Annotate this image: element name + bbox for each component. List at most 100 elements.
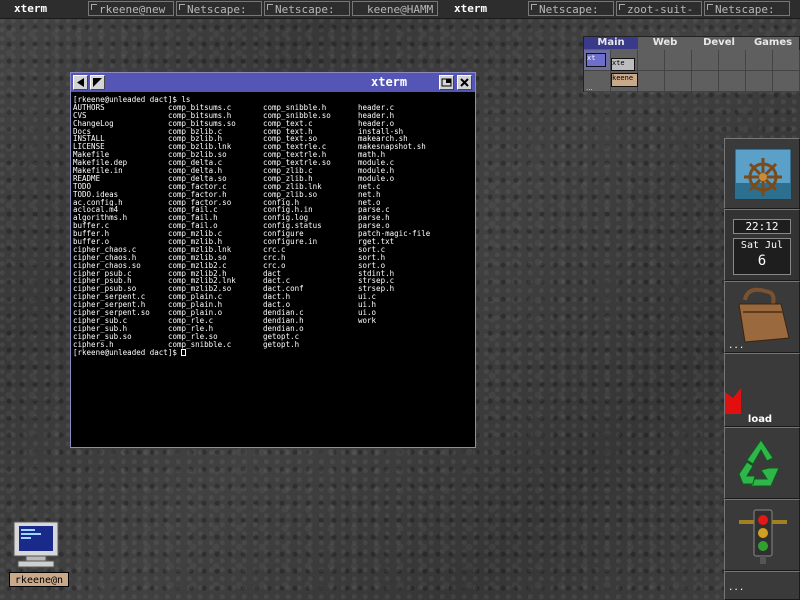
desk-label-devel[interactable]: Devel: [692, 37, 746, 49]
ls-entry: dact: [263, 269, 282, 278]
ls-entry: dact.o: [263, 301, 291, 310]
pager-cell[interactable]: [692, 50, 719, 71]
desktop-icon-terminal[interactable]: rkeene@n: [8, 520, 69, 590]
pager-cell[interactable]: [665, 71, 692, 92]
ls-entry: dendian.h: [263, 316, 304, 325]
terminal-prompt[interactable]: [rkeene@unleaded dact]$: [73, 348, 473, 357]
ls-entry: comp_factor.so: [168, 198, 232, 207]
load-label: load: [747, 414, 773, 425]
dock-tile-briefcase[interactable]: ...: [724, 281, 800, 353]
window-menu-button[interactable]: [73, 75, 88, 90]
traffic-light-icon: [739, 509, 787, 564]
ls-entry: comp_snibble.c: [168, 340, 232, 349]
pager-cell[interactable]: [719, 71, 746, 92]
task-netscape-3[interactable]: Netscape:: [528, 1, 614, 16]
ls-entry: crc.o: [263, 261, 286, 270]
pager-mini-window-keene[interactable]: keene: [611, 73, 638, 87]
dock-tile-recycle[interactable]: [724, 427, 800, 499]
dock-tile-clock[interactable]: 22:12 Sat Jul 6: [724, 209, 800, 281]
ls-column: AUTHORS CVS ChangeLog Docs INSTALL LICENSE Mak…: [73, 104, 168, 349]
ls-entry: buffer.c: [73, 222, 110, 231]
ls-entry: Makefile: [73, 151, 110, 160]
pager-mini-window-xterm[interactable]: xte: [611, 58, 635, 71]
ls-entry: ui.o: [358, 309, 377, 317]
pager-cell[interactable]: [746, 71, 773, 92]
ls-entry: comp_delta.h: [168, 167, 223, 175]
ls-entry: README: [73, 174, 101, 183]
terminal-output[interactable]: [rkeene@unleaded dact]$ ls AUTHORS CVS Cha…: [73, 96, 473, 446]
pager-cell[interactable]: [773, 71, 800, 92]
ls-entry: comp_rle.c: [168, 316, 214, 325]
task-xterm-2[interactable]: xterm: [440, 1, 526, 16]
pager-cell[interactable]: [773, 50, 800, 71]
ls-entry: comp_snibble.h: [263, 103, 327, 112]
ls-entry: cipher_chaos.c: [73, 245, 137, 254]
ls-entry: cipher_sub.h: [73, 324, 128, 333]
ls-entry: comp_factor.c: [168, 182, 227, 191]
task-zoot-suit[interactable]: zoot-suit-: [616, 1, 702, 16]
desk-label-main[interactable]: Main: [584, 37, 638, 49]
pager-mini-window-xterm[interactable]: xt: [586, 53, 606, 67]
maximize-icon: [441, 78, 452, 87]
ls-entry: AUTHORS: [73, 103, 105, 112]
ls-entry: comp_bitsums.so: [168, 119, 236, 128]
ls-entry: header.h: [358, 111, 395, 120]
ls-entry: crc.c: [263, 245, 286, 254]
pager-cell[interactable]: [746, 50, 773, 71]
ls-entry: dendian.c: [263, 309, 304, 317]
terminal-command-line: [rkeene@unleaded dact]$ ls: [73, 96, 191, 104]
desk-label-web[interactable]: Web: [638, 37, 692, 49]
pager-cell[interactable]: [719, 50, 746, 71]
task-netscape-1[interactable]: Netscape:: [176, 1, 262, 16]
ls-entry: buffer.h: [73, 230, 110, 239]
ls-entry: comp_bzlib.c: [168, 127, 223, 136]
window-shade-button[interactable]: [90, 75, 105, 90]
ls-entry: ui.c: [358, 293, 377, 302]
pager-cell[interactable]: [638, 50, 665, 71]
ls-entry: strsep.c: [358, 277, 395, 286]
ls-entry: Makefile.dep: [73, 159, 128, 168]
task-netscape-4[interactable]: Netscape:: [704, 1, 790, 16]
xterm-titlebar[interactable]: xterm: [71, 73, 475, 92]
ls-entry: comp_mzlib2.h: [168, 269, 227, 278]
ls-entry: LICENSE: [73, 143, 105, 152]
ls-entry: net.h: [358, 190, 381, 199]
ls-entry: INSTALL: [73, 135, 105, 144]
pager-cell[interactable]: [665, 50, 692, 71]
close-button[interactable]: [457, 75, 472, 90]
dock-tile-traffic-light[interactable]: [724, 499, 800, 571]
ls-entry: comp_plain.h: [168, 301, 223, 310]
dock-tile-load[interactable]: load: [724, 353, 800, 427]
task-keene-hamm[interactable]: keene@HAMM: [352, 1, 438, 16]
ls-entry: aclocal.m4: [73, 206, 119, 215]
desk-label-games[interactable]: Games: [746, 37, 800, 49]
ls-entry: math.h: [358, 151, 386, 160]
pager-cell[interactable]: [638, 71, 665, 92]
ls-entry: configure.in: [263, 238, 318, 246]
ls-entry: module.o: [358, 174, 395, 183]
ls-entry: config.h: [263, 198, 300, 207]
ls-entry: comp_delta.so: [168, 174, 227, 183]
ls-entry: dact.conf: [263, 285, 304, 294]
ls-entry: cipher_sub.c: [73, 316, 128, 325]
dock: 22:12 Sat Jul 6 ... load ...: [724, 138, 800, 600]
ls-entry: patch-magic-file: [358, 230, 431, 239]
task-netscape-2[interactable]: Netscape:: [264, 1, 350, 16]
maximize-button[interactable]: [439, 75, 454, 90]
dock-tile-wheel[interactable]: [724, 138, 800, 209]
dock-tile-empty[interactable]: ...: [724, 571, 800, 600]
pager-cell[interactable]: [692, 71, 719, 92]
ls-entry: comp_text.h: [263, 127, 313, 136]
task-rkeene-new[interactable]: rkeene@new: [88, 1, 174, 16]
task-xterm-1[interactable]: xterm: [8, 1, 88, 16]
ls-entry: ac.config.h: [73, 198, 123, 207]
ls-entry: comp_rle.h: [168, 324, 214, 333]
ls-entry: comp_bzlib.h: [168, 135, 223, 144]
ls-entry: cipher_sub.so: [73, 332, 132, 341]
calendar-date: Sat Jul: [740, 240, 784, 251]
ls-entry: stdint.h: [358, 269, 395, 278]
ls-entry: comp_plain.o: [168, 309, 223, 317]
ls-entry: install-sh: [358, 127, 404, 136]
xterm-window[interactable]: xterm [rkeene@unleaded dact]$ ls AUTHORS…: [70, 72, 476, 448]
ls-entry: comp_bitsums.h: [168, 111, 232, 120]
